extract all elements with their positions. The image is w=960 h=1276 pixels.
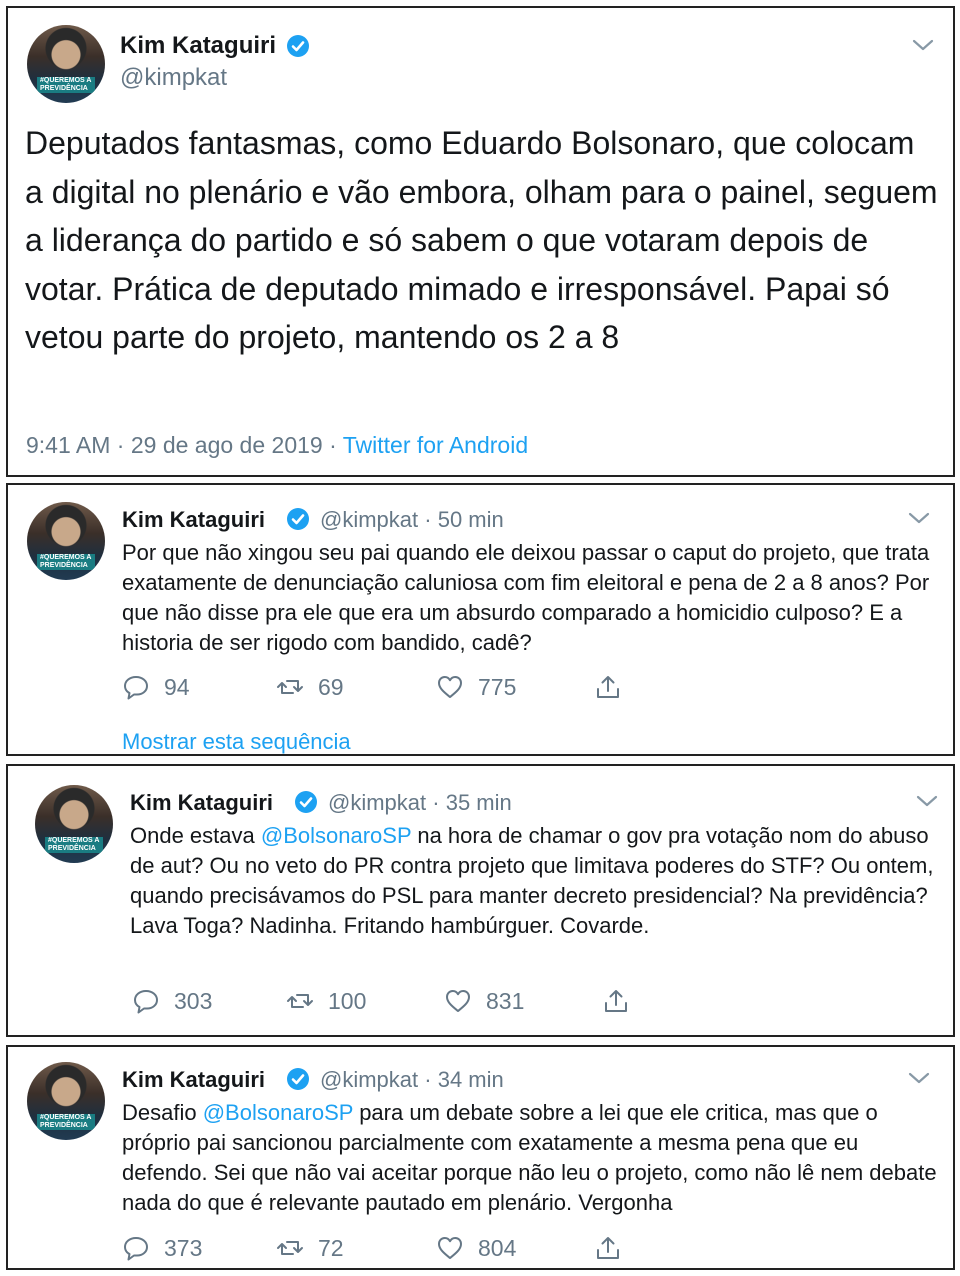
author-name[interactable]: Kim Kataguiri [122, 1067, 265, 1093]
avatar[interactable]: #QUEREMOS A PREVIDÊNCIA [35, 785, 113, 863]
like-action[interactable]: 775 [436, 673, 516, 701]
reply-icon [134, 990, 158, 1014]
tweet-text-part: Desafio [122, 1100, 203, 1125]
meta-separator: · [424, 507, 432, 532]
like-count: 775 [478, 673, 517, 700]
share-action[interactable] [594, 673, 622, 701]
share-icon [597, 676, 619, 698]
like-action[interactable]: 804 [436, 1234, 516, 1262]
tweet-age[interactable]: 35 min [446, 790, 512, 815]
author-name[interactable]: Kim Kataguiri [122, 507, 265, 533]
mention-link[interactable]: @BolsonaroSP [203, 1100, 353, 1125]
like-action[interactable]: 831 [444, 987, 524, 1015]
retweet-icon [287, 994, 313, 1008]
tweet-panel: #QUEREMOS A PREVIDÊNCIA Kim Kataguiri @k… [6, 764, 955, 1037]
handle-and-age: @kimpkat · 35 min [328, 790, 512, 816]
tweet-time: 9:41 AM [26, 432, 111, 458]
reply-action[interactable]: 303 [132, 987, 212, 1015]
reply-count: 303 [174, 987, 213, 1014]
tweet-text: Desafio @BolsonaroSP para um debate sobr… [122, 1098, 937, 1218]
avatar-badge: #QUEREMOS A PREVIDÊNCIA [37, 1114, 95, 1130]
chevron-down-icon[interactable] [908, 511, 930, 525]
retweet-count: 100 [328, 987, 367, 1014]
like-icon [438, 1237, 462, 1259]
avatar-badge: #QUEREMOS A PREVIDÊNCIA [37, 554, 95, 570]
main-tweet-panel: #QUEREMOS A PREVIDÊNCIA Kim Kataguiri @k… [6, 6, 955, 477]
tweet-meta: 9:41 AM · 29 de ago de 2019 · Twitter fo… [26, 432, 528, 459]
handle-and-age: @kimpkat · 34 min [320, 1067, 504, 1093]
handle-and-age: @kimpkat · 50 min [320, 507, 504, 533]
author-handle[interactable]: @kimpkat [320, 1067, 418, 1092]
tweet-text: Deputados fantasmas, como Eduardo Bolson… [25, 125, 938, 355]
like-count: 831 [486, 987, 525, 1014]
meta-separator: · [116, 432, 125, 458]
retweet-action[interactable]: 69 [276, 673, 344, 701]
avatar-badge: #QUEREMOS A PREVIDÊNCIA [45, 837, 103, 853]
reply-count: 373 [164, 1234, 203, 1261]
retweet-count: 69 [318, 673, 344, 700]
avatar[interactable]: #QUEREMOS A PREVIDÊNCIA [27, 1062, 105, 1140]
author-handle[interactable]: @kimpkat [120, 64, 227, 92]
avatar-badge: #QUEREMOS A PREVIDÊNCIA [37, 77, 95, 93]
meta-separator: · [424, 1067, 432, 1092]
like-count: 804 [478, 1234, 517, 1261]
author-name[interactable]: Kim Kataguiri [120, 32, 276, 60]
author-name[interactable]: Kim Kataguiri [130, 790, 273, 816]
chevron-down-icon[interactable] [912, 38, 934, 52]
verified-badge-icon [287, 1068, 309, 1090]
verified-badge-icon [295, 791, 317, 813]
tweet-date[interactable]: 29 de ago de 2019 [131, 432, 323, 458]
mention-link[interactable]: @BolsonaroSP [261, 823, 411, 848]
tweet-panel: #QUEREMOS A PREVIDÊNCIA Kim Kataguiri @k… [6, 483, 955, 756]
reply-action[interactable]: 373 [122, 1234, 202, 1262]
tweet-text: Por que não xingou seu pai quando ele de… [122, 538, 937, 658]
tweet-age[interactable]: 50 min [438, 507, 504, 532]
share-icon [597, 1237, 619, 1259]
tweet-age[interactable]: 34 min [438, 1067, 504, 1092]
retweet-action[interactable]: 100 [286, 987, 366, 1015]
tweet-text: Onde estava @BolsonaroSP na hora de cham… [130, 821, 940, 941]
reply-icon [124, 1237, 148, 1261]
show-thread-link[interactable]: Mostrar esta sequência [122, 729, 351, 755]
meta-separator: · [432, 790, 440, 815]
chevron-down-icon[interactable] [908, 1071, 930, 1085]
like-icon [446, 990, 470, 1012]
tweet-text-part: Onde estava [130, 823, 261, 848]
retweet-action[interactable]: 72 [276, 1234, 344, 1262]
like-icon [438, 676, 462, 698]
author-handle[interactable]: @kimpkat [320, 507, 418, 532]
reply-count: 94 [164, 673, 190, 700]
retweet-count: 72 [318, 1234, 344, 1261]
verified-badge-icon [287, 508, 309, 530]
tweet-source-link[interactable]: Twitter for Android [343, 432, 528, 458]
share-action[interactable] [594, 1234, 622, 1262]
reply-action[interactable]: 94 [122, 673, 190, 701]
retweet-icon [277, 1241, 303, 1255]
chevron-down-icon[interactable] [916, 794, 938, 808]
tweet-panel: #QUEREMOS A PREVIDÊNCIA Kim Kataguiri @k… [6, 1045, 955, 1270]
tweet-text-part: Por que não xingou seu pai quando ele de… [122, 540, 930, 655]
avatar[interactable]: #QUEREMOS A PREVIDÊNCIA [27, 502, 105, 580]
share-icon [605, 990, 627, 1012]
share-action[interactable] [602, 987, 630, 1015]
meta-separator: · [329, 432, 337, 458]
author-handle[interactable]: @kimpkat [328, 790, 426, 815]
retweet-icon [277, 680, 303, 694]
verified-badge-icon [287, 35, 309, 57]
reply-icon [124, 676, 148, 700]
avatar[interactable]: #QUEREMOS A PREVIDÊNCIA [27, 25, 105, 103]
